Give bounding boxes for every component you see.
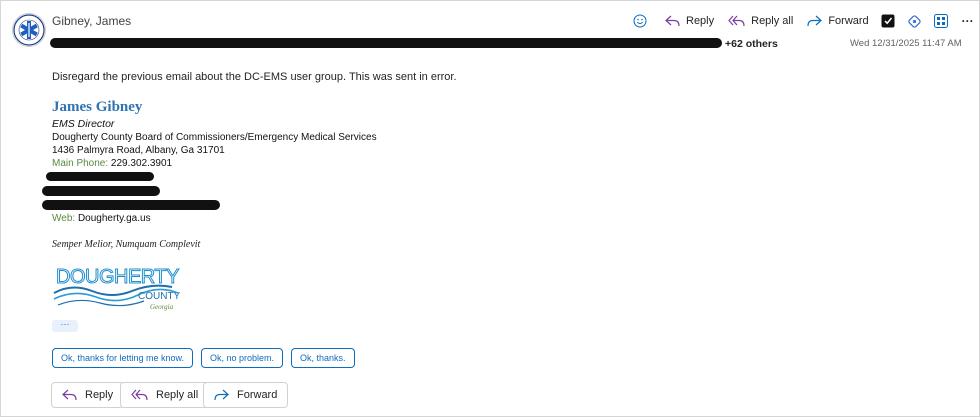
toolbar-forward-label: Forward <box>828 15 869 27</box>
tasks-addin-icon[interactable] <box>881 14 895 28</box>
logo-word-county: COUNTY <box>138 291 181 302</box>
reply-all-icon <box>131 389 148 401</box>
sender-name[interactable]: Gibney, James <box>52 14 131 28</box>
loop-addin-icon[interactable] <box>907 14 922 29</box>
message-toolbar: Reply Reply all Forward ··· <box>633 9 974 33</box>
forward-icon <box>214 389 229 401</box>
signature-title: EMS Director <box>52 118 115 130</box>
toolbar-reply-label: Reply <box>686 15 715 27</box>
redacted-contact-line-3 <box>42 200 220 210</box>
signature-organization: Dougherty County Board of Commissioners/… <box>52 132 377 143</box>
reply-all-button-label: Reply all <box>156 389 199 401</box>
toolbar-reply-button[interactable]: Reply <box>665 15 714 27</box>
show-more-button[interactable]: ··· <box>52 320 78 332</box>
toolbar-reply-all-label: Reply all <box>751 15 794 27</box>
reply-all-icon <box>728 15 745 27</box>
redacted-contact-line-1 <box>46 172 154 181</box>
apps-grid-icon[interactable] <box>933 14 948 28</box>
reply-all-button[interactable]: Reply all <box>120 382 210 408</box>
more-actions-icon[interactable]: ··· <box>962 14 974 28</box>
ems-star-of-life-icon <box>13 14 45 46</box>
signature-phone: Main Phone: 229.302.3901 <box>52 158 172 169</box>
more-recipients-link[interactable]: +62 others <box>725 38 778 50</box>
forward-icon <box>807 15 823 27</box>
signature-name: James Gibney <box>52 99 143 115</box>
signature-web: Web: Dougherty.ga.us <box>52 213 151 224</box>
phone-label: Main Phone: <box>52 158 109 169</box>
logo-word-dougherty: DOUGHERTY <box>56 266 179 288</box>
reply-icon <box>665 15 680 27</box>
quick-reply-1[interactable]: Ok, thanks for letting me know. <box>52 348 194 368</box>
toolbar-forward-button[interactable]: Forward <box>807 15 869 27</box>
logo-word-georgia: Georgia <box>150 303 174 311</box>
toolbar-reply-all-button[interactable]: Reply all <box>728 15 793 27</box>
reply-button-label: Reply <box>85 389 114 401</box>
dougherty-county-logo: DOUGHERTY COUNTY Georgia <box>53 266 181 311</box>
sender-avatar[interactable] <box>12 13 46 47</box>
web-label: Web: <box>52 213 76 224</box>
phone-number: 229.302.3901 <box>108 158 173 169</box>
quick-reply-3[interactable]: Ok, thanks. <box>291 348 355 368</box>
reply-icon <box>62 389 77 401</box>
quick-reply-2[interactable]: Ok, no problem. <box>201 348 284 368</box>
redacted-recipients <box>50 38 722 48</box>
forward-button-label: Forward <box>237 389 278 401</box>
message-body: Disregard the previous email about the D… <box>52 71 457 83</box>
forward-button[interactable]: Forward <box>203 382 289 408</box>
signature-address: 1436 Palmyra Road, Albany, Ga 31701 <box>52 145 225 156</box>
reply-button[interactable]: Reply <box>51 382 125 408</box>
redacted-contact-line-2 <box>42 186 160 196</box>
web-link[interactable]: Dougherty.ga.us <box>75 213 151 224</box>
signature-motto: Semper Melior, Numquam Complevit <box>52 239 201 250</box>
sent-date: Wed 12/31/2025 11:47 AM <box>850 38 962 49</box>
emoji-reaction-icon[interactable] <box>633 14 647 28</box>
